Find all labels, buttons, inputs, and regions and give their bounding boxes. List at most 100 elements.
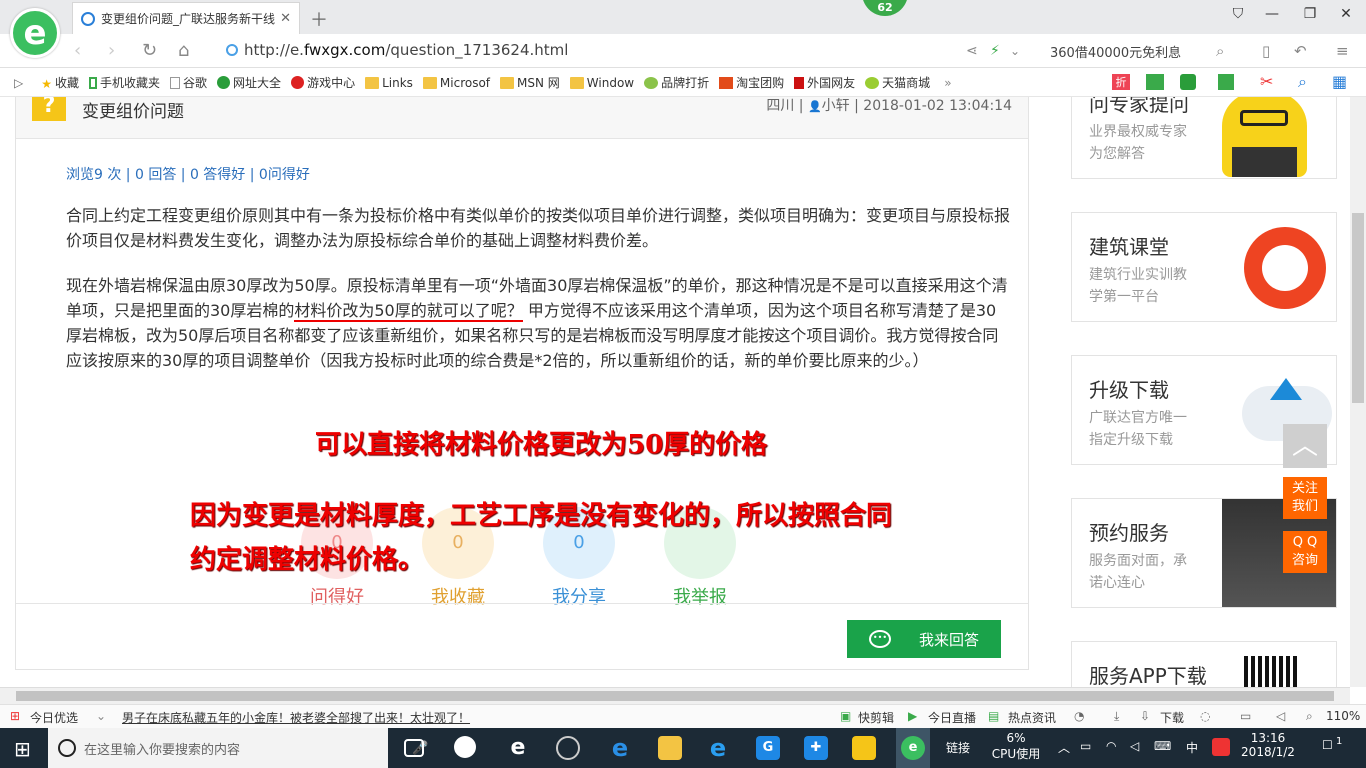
clean-icon[interactable]: ◌ bbox=[1200, 709, 1210, 723]
scroll-thumb[interactable] bbox=[16, 691, 1334, 701]
glodon-g-icon[interactable]: G bbox=[756, 736, 780, 760]
maximize-icon[interactable]: ❐ bbox=[1300, 6, 1320, 22]
windows-start-icon[interactable]: ⊞ bbox=[14, 737, 31, 761]
qq-consult-button[interactable]: Q Q 咨询 bbox=[1283, 531, 1327, 573]
minimize-icon[interactable]: — bbox=[1262, 6, 1282, 22]
download-link[interactable]: 下载 bbox=[1160, 709, 1184, 726]
follow-us-button[interactable]: 关注 我们 bbox=[1283, 477, 1327, 519]
bookmark-item[interactable]: 游戏中心 bbox=[291, 74, 355, 91]
refresh-icon[interactable]: ↻ bbox=[142, 40, 157, 61]
quickcut-link[interactable]: 快剪辑 bbox=[858, 709, 894, 726]
notification-icon[interactable]: ☐ bbox=[1322, 738, 1333, 752]
links-label[interactable]: 链接 bbox=[946, 739, 970, 756]
bookmark-item[interactable]: ★ 收藏 bbox=[41, 74, 79, 91]
chevron-up-icon[interactable]: ︿ bbox=[1058, 739, 1070, 756]
spiral-app-icon[interactable] bbox=[556, 736, 580, 760]
bookmark-item[interactable]: 谷歌 bbox=[170, 74, 207, 91]
zoom-icon[interactable]: ⌕ bbox=[1306, 709, 1313, 724]
question-paragraph: 现在外墙岩棉保温由原30厚改为50厚。原投标清单里有一项“外墙面30厚岩棉保温板… bbox=[66, 276, 1008, 370]
card-app-download[interactable]: 服务APP下载 bbox=[1071, 641, 1337, 687]
clock[interactable]: 13:16 2018/1/2 bbox=[1240, 731, 1296, 759]
address-bar[interactable]: http://e. fwxgx.com/question_1713624.html bbox=[226, 41, 568, 59]
score-badge[interactable]: 62 bbox=[862, 0, 908, 16]
tab-close-icon[interactable]: ✕ bbox=[280, 11, 291, 26]
ime-mode[interactable]: 中 bbox=[1186, 739, 1198, 756]
bookmark-item[interactable]: Window bbox=[569, 76, 634, 90]
answer-button[interactable]: ••• 我来回答 bbox=[847, 620, 1001, 658]
scissors-icon[interactable]: ✂ bbox=[1260, 72, 1273, 91]
search-icon[interactable]: ⌕ bbox=[1216, 42, 1224, 60]
taskbar-search[interactable]: 在这里输入你要搜索的内容 🎤 bbox=[48, 728, 428, 768]
phone-icon[interactable]: ▯ bbox=[1262, 42, 1270, 60]
classroom-logo-icon bbox=[1244, 227, 1326, 309]
scroll-thumb[interactable] bbox=[1352, 213, 1364, 403]
translate-icon[interactable] bbox=[1218, 74, 1234, 90]
chevron-down-icon[interactable]: ⌄ bbox=[96, 709, 106, 723]
book-icon[interactable] bbox=[1146, 74, 1164, 90]
today-picks[interactable]: 今日优选 bbox=[30, 709, 78, 726]
sidebar-toggle-icon[interactable]: ▷ bbox=[14, 76, 23, 90]
speed-icon[interactable]: ◔ bbox=[1074, 709, 1084, 723]
forward-icon[interactable]: › bbox=[108, 40, 115, 61]
close-window-icon[interactable]: ✕ bbox=[1336, 6, 1356, 22]
bookmark-item[interactable]: 淘宝团购 bbox=[719, 74, 784, 91]
bookmark-item[interactable]: 品牌打折 bbox=[644, 74, 709, 91]
bookmark-item[interactable]: 网址大全 bbox=[217, 74, 281, 91]
bookmark-item[interactable]: 外国网友 bbox=[794, 74, 855, 91]
horizontal-scrollbar[interactable] bbox=[0, 687, 1350, 704]
bookmark-item[interactable]: 手机收藏夹 bbox=[89, 74, 160, 91]
search-hint[interactable]: 360借40000元免利息 bbox=[1050, 42, 1181, 61]
chevron-down-icon[interactable]: ⌄ bbox=[1010, 44, 1020, 58]
question-author[interactable]: 小轩 bbox=[822, 98, 850, 114]
sogou-icon[interactable] bbox=[1212, 738, 1230, 756]
task-view-icon[interactable] bbox=[404, 739, 424, 757]
browser-e-icon[interactable]: e bbox=[506, 736, 530, 760]
volume-icon[interactable]: ◁ bbox=[1130, 739, 1139, 753]
network-icon[interactable]: ▭ bbox=[1080, 739, 1091, 753]
notes-app-icon[interactable] bbox=[852, 736, 876, 760]
shirt-icon[interactable]: ⛉ bbox=[1228, 6, 1248, 22]
browser-logo[interactable]: e bbox=[10, 8, 60, 58]
wifi-icon[interactable]: ◠ bbox=[1106, 739, 1116, 753]
live-link[interactable]: 今日直播 bbox=[928, 709, 976, 726]
edge-icon[interactable]: e bbox=[608, 736, 632, 760]
hot-news-link[interactable]: 热点资讯 bbox=[1008, 709, 1056, 726]
menu-icon[interactable]: ≡ bbox=[1336, 42, 1349, 60]
download-icon: ⇩ bbox=[1140, 709, 1151, 723]
vertical-scrollbar[interactable] bbox=[1350, 97, 1366, 687]
folder-icon bbox=[365, 76, 380, 89]
browser-logo-icon: e bbox=[901, 736, 925, 760]
lightning-icon[interactable]: ⚡ bbox=[990, 43, 1000, 59]
back-icon[interactable]: ‹ bbox=[74, 40, 81, 61]
back-to-top-button[interactable]: ︿ bbox=[1283, 424, 1327, 468]
more-bookmarks-icon[interactable]: » bbox=[944, 76, 951, 90]
bookmark-item[interactable]: 天猫商城 bbox=[865, 74, 930, 91]
pin-icon[interactable]: ⤓ bbox=[1114, 709, 1119, 724]
speaker-icon[interactable]: ◁ bbox=[1276, 709, 1285, 723]
grid-icon[interactable]: ▦ bbox=[1332, 72, 1347, 91]
bookmark-item[interactable]: MSN 网 bbox=[500, 74, 560, 91]
active-browser-task[interactable]: e bbox=[896, 728, 930, 768]
new-tab-icon[interactable]: ＋ bbox=[310, 6, 328, 32]
home-icon[interactable]: ⌂ bbox=[178, 40, 189, 61]
bookmark-item[interactable]: Microsof bbox=[422, 76, 490, 90]
news-ticker[interactable]: 男子在床底私藏五年的小金库！被老婆全部搜了出来！太壮观了！ bbox=[122, 709, 470, 726]
browser-tab[interactable]: 变更组价问题_广联达服务新干线 ✕ bbox=[72, 2, 300, 34]
discount-icon[interactable]: 折 bbox=[1112, 74, 1130, 90]
cpu-usage[interactable]: 6% CPU使用 bbox=[990, 731, 1042, 762]
bookmark-item[interactable]: Links bbox=[365, 76, 413, 90]
keyboard-icon[interactable]: ⌨ bbox=[1154, 739, 1171, 753]
card-building-class[interactable]: 建筑课堂 建筑行业实训教 学第一平台 bbox=[1071, 212, 1337, 322]
window-icon[interactable]: ▭ bbox=[1240, 709, 1251, 723]
fan-app-icon[interactable] bbox=[454, 736, 476, 758]
explorer-icon[interactable] bbox=[658, 736, 682, 760]
card-ask-expert[interactable]: 问专家提问 业界最权威专家 为您解答 bbox=[1071, 97, 1337, 179]
shield-icon[interactable] bbox=[1180, 74, 1196, 90]
zoom-level[interactable]: 110% bbox=[1326, 709, 1360, 723]
share-icon[interactable]: ⋖ bbox=[966, 43, 978, 59]
search-icon[interactable]: ⌕ bbox=[1298, 72, 1307, 92]
browser-status-bar: ⊞ 今日优选 ⌄ 男子在床底私藏五年的小金库！被老婆全部搜了出来！太壮观了！ ▣… bbox=[0, 704, 1366, 728]
ie-icon[interactable]: e bbox=[706, 736, 730, 760]
plus-app-icon[interactable]: ✚ bbox=[804, 736, 828, 760]
undo-icon[interactable]: ↶ bbox=[1294, 42, 1307, 60]
